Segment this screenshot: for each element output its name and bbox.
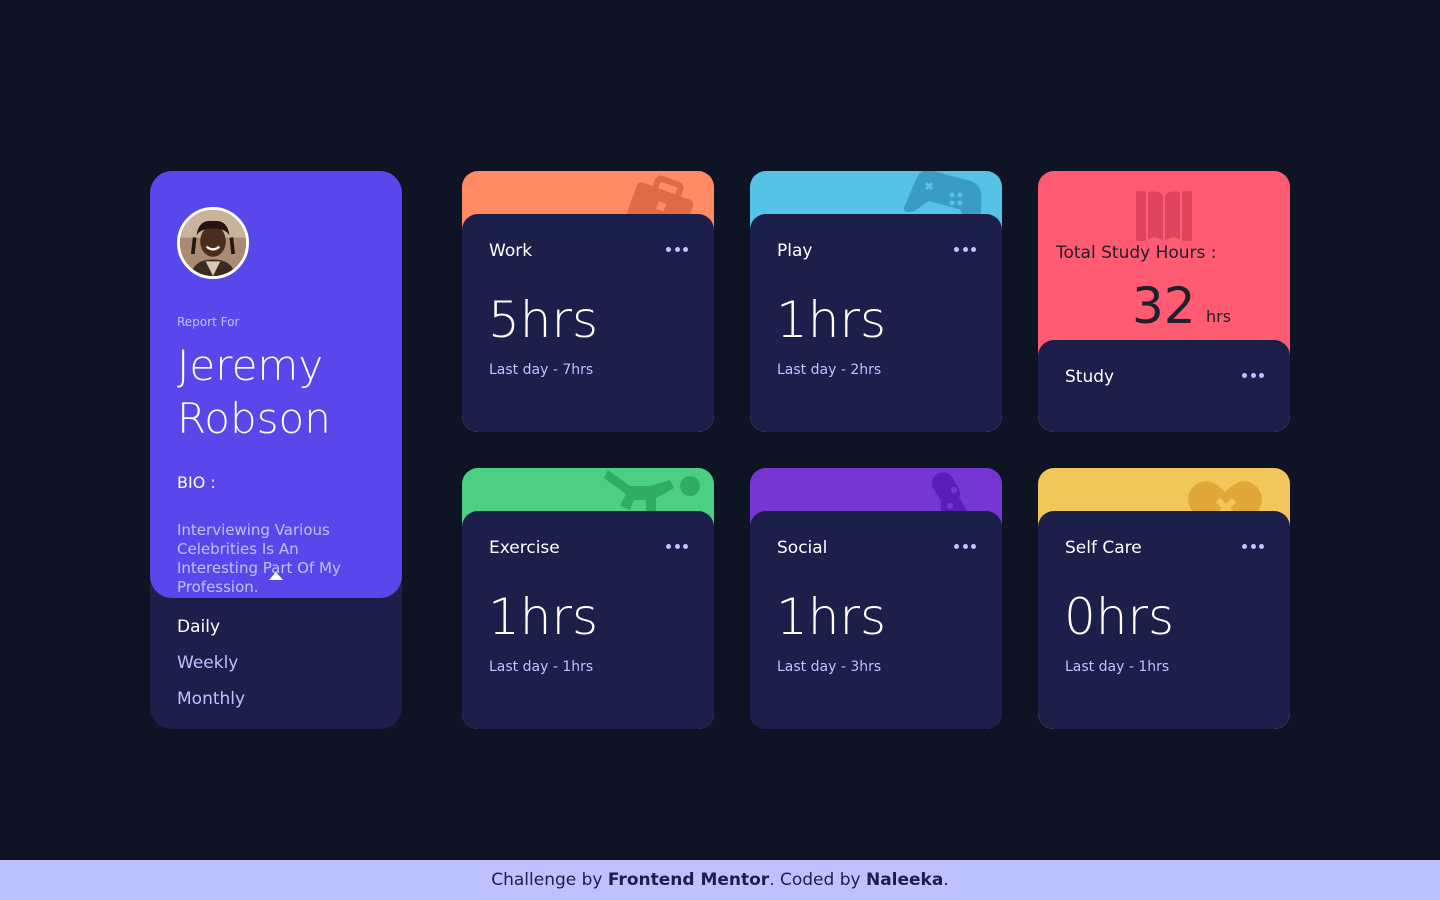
bio-label: BIO :	[177, 473, 216, 492]
activity-last-period: Last day - 7hrs	[489, 362, 594, 378]
activity-card-exercise: Exercise 1hrs Last day - 1hrs	[462, 468, 714, 729]
timeframe-nav: Daily Weekly Monthly	[177, 616, 245, 724]
more-options-icon[interactable]	[666, 541, 688, 551]
bio-text: Interviewing Various Celebrities Is An I…	[177, 521, 341, 596]
activity-card-social: Social 1hrs Last day - 3hrs	[750, 468, 1002, 729]
dashboard: Report For Jeremy Robson BIO : Interview…	[150, 171, 1290, 729]
activity-panel[interactable]: Social 1hrs Last day - 3hrs	[750, 511, 1002, 729]
activity-title: Exercise	[489, 538, 560, 558]
attribution-middle: . Coded by	[769, 870, 861, 890]
activity-title: Self Care	[1065, 538, 1142, 558]
user-first-name: Jeremy	[177, 341, 324, 390]
activity-title: Play	[777, 241, 813, 261]
attribution-footer: Challenge by Frontend Mentor. Coded by N…	[0, 860, 1440, 900]
activity-title: Social	[777, 538, 828, 558]
caret-up-icon[interactable]	[269, 572, 283, 580]
avatar-image	[180, 210, 246, 276]
study-total-value: 32	[1132, 277, 1196, 335]
activity-panel[interactable]: Exercise 1hrs Last day - 1hrs	[462, 511, 714, 729]
activity-panel[interactable]: Play 1hrs Last day - 2hrs	[750, 214, 1002, 432]
activity-last-period: Last day - 1hrs	[1065, 659, 1170, 675]
avatar	[177, 207, 249, 279]
timeframe-weekly[interactable]: Weekly	[177, 652, 245, 674]
more-options-icon[interactable]	[954, 541, 976, 551]
activity-panel[interactable]: Study	[1038, 340, 1290, 432]
activity-title: Work	[489, 241, 533, 261]
more-options-icon[interactable]	[1242, 370, 1264, 380]
activity-hours: 0hrs	[1064, 588, 1175, 646]
activity-panel[interactable]: Self Care 0hrs Last day - 1hrs	[1038, 511, 1290, 729]
profile-header: Report For Jeremy Robson BIO : Interview…	[150, 171, 402, 598]
more-options-icon[interactable]	[954, 244, 976, 254]
author-link[interactable]: Naleeka	[866, 870, 943, 890]
activity-hours: 1hrs	[776, 588, 887, 646]
more-options-icon[interactable]	[666, 244, 688, 254]
activity-card-study: Total Study Hours : 32 hrs Study	[1038, 171, 1290, 432]
report-for-label: Report For	[177, 315, 240, 329]
activity-last-period: Last day - 3hrs	[777, 659, 882, 675]
study-total-label: Total Study Hours :	[1056, 243, 1217, 263]
activity-card-work: Work 5hrs Last day - 7hrs	[462, 171, 714, 432]
frontend-mentor-link[interactable]: Frontend Mentor	[608, 870, 769, 890]
user-name: Jeremy Robson	[177, 339, 387, 445]
user-last-name: Robson	[177, 394, 331, 443]
activity-card-play: Play 1hrs Last day - 2hrs	[750, 171, 1002, 432]
book-icon	[1136, 191, 1192, 241]
attribution-prefix: Challenge by	[491, 870, 603, 890]
activity-card-self-care: Self Care 0hrs Last day - 1hrs	[1038, 468, 1290, 729]
more-options-icon[interactable]	[1242, 541, 1264, 551]
activity-hours: 1hrs	[776, 291, 887, 349]
activity-title: Study	[1065, 367, 1115, 387]
timeframe-daily[interactable]: Daily	[177, 616, 245, 638]
activity-hours: 1hrs	[488, 588, 599, 646]
attribution-suffix: .	[943, 870, 949, 890]
activity-last-period: Last day - 2hrs	[777, 362, 882, 378]
timeframe-monthly[interactable]: Monthly	[177, 688, 245, 710]
profile-card: Report For Jeremy Robson BIO : Interview…	[150, 171, 402, 729]
activity-last-period: Last day - 1hrs	[489, 659, 594, 675]
activity-panel[interactable]: Work 5hrs Last day - 7hrs	[462, 214, 714, 432]
activity-hours: 5hrs	[488, 291, 599, 349]
study-total-unit: hrs	[1206, 307, 1232, 326]
